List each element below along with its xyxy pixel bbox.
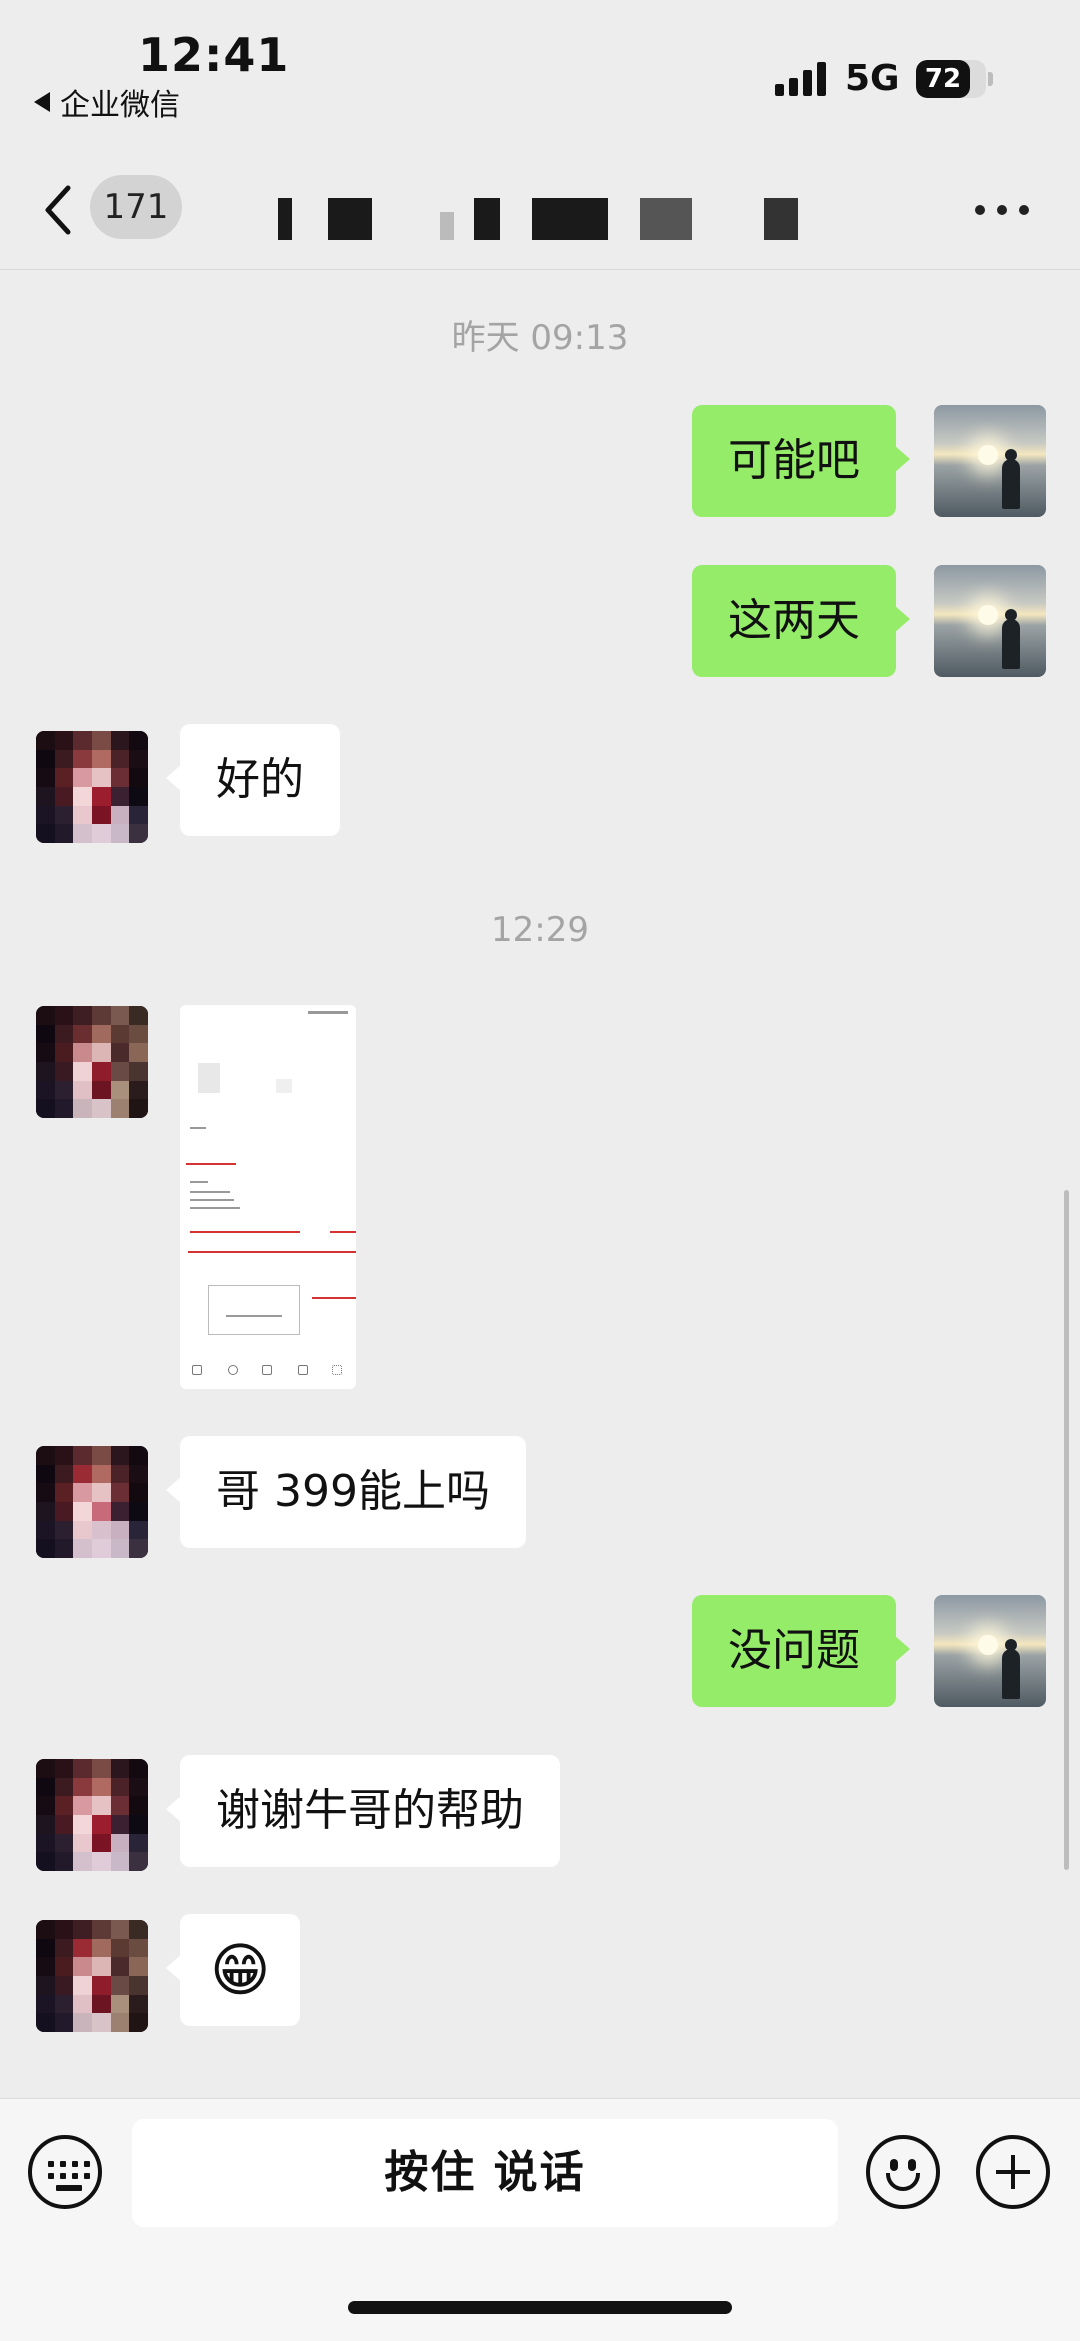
image-message[interactable]: [180, 1005, 356, 1389]
my-avatar[interactable]: [934, 405, 1046, 517]
timestamp: 12:29: [491, 910, 589, 950]
message-bubble-received[interactable]: 好的: [166, 724, 340, 836]
battery-icon: 72: [916, 60, 986, 98]
message-bubble-sent[interactable]: 这两天: [692, 565, 910, 677]
hold-to-talk-button[interactable]: 按住 说话: [132, 2119, 838, 2227]
smile-icon[interactable]: [866, 2135, 940, 2209]
status-bar: 12:41 企业微信 5G 72: [0, 0, 1080, 130]
signal-icon: [775, 62, 829, 96]
chat-header: 171: [0, 150, 1080, 270]
contact-avatar[interactable]: [36, 1759, 148, 1871]
message-bubble-received[interactable]: 谢谢牛哥的帮助: [166, 1755, 560, 1867]
home-indicator[interactable]: [348, 2301, 732, 2314]
contact-avatar[interactable]: [36, 1006, 148, 1118]
timestamp: 昨天 09:13: [451, 318, 629, 358]
back-to-app-link[interactable]: 企业微信: [34, 80, 180, 124]
back-triangle-icon: [34, 92, 50, 112]
contact-avatar[interactable]: [36, 1446, 148, 1558]
my-avatar[interactable]: [934, 1595, 1046, 1707]
message-bubble-sent[interactable]: 可能吧: [692, 405, 910, 517]
message-bubble-sent[interactable]: 没问题: [692, 1595, 910, 1707]
chevron-left-icon[interactable]: [40, 180, 80, 240]
my-avatar[interactable]: [934, 565, 1046, 677]
contact-avatar[interactable]: [36, 1920, 148, 2032]
contact-avatar[interactable]: [36, 731, 148, 843]
battery-level: 72: [924, 64, 962, 94]
network-type: 5G: [845, 58, 900, 99]
message-bubble-received-emoji[interactable]: 😁: [165, 1914, 301, 2026]
status-time: 12:41: [138, 28, 290, 82]
message-bubble-received[interactable]: 哥 399能上吗: [166, 1436, 526, 1548]
back-app-label: 企业微信: [60, 88, 180, 123]
keyboard-icon[interactable]: [28, 2135, 102, 2209]
chat-title-redacted: [270, 198, 830, 240]
plus-icon[interactable]: [976, 2135, 1050, 2209]
unread-count-badge[interactable]: 171: [90, 175, 182, 239]
more-dots-icon[interactable]: [975, 205, 1029, 215]
scroll-indicator[interactable]: [1064, 1190, 1069, 1870]
battery-tip: [988, 72, 993, 86]
